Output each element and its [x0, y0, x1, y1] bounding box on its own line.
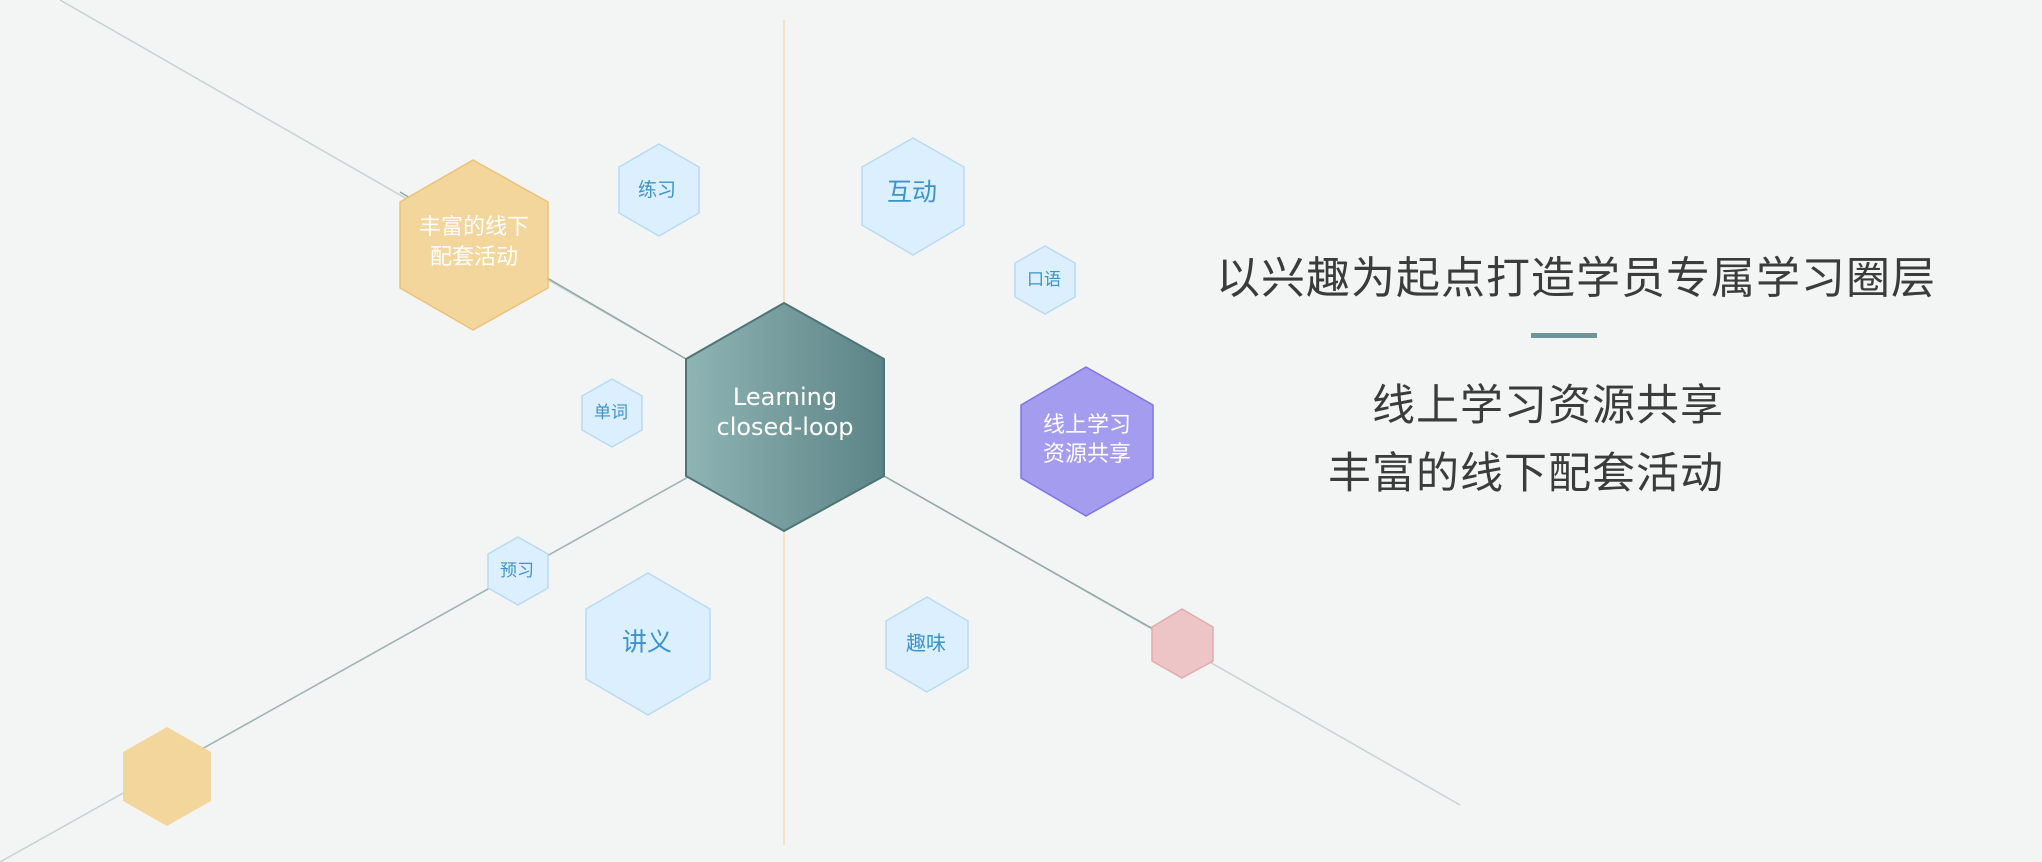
- accent-divider: [1531, 333, 1597, 338]
- hex-preview: 预习: [487, 536, 549, 606]
- hex-speaking: 口语: [1014, 245, 1076, 315]
- hex-interest: 趣味: [885, 596, 969, 693]
- headline: 以兴趣为起点打造学员专属学习圈层: [1216, 253, 1936, 304]
- hex-handout: 讲义: [585, 572, 711, 716]
- connector-line-upper-left: [59, 0, 687, 360]
- hex-offline-activities-line1: 丰富的线下: [419, 215, 529, 240]
- hex-interest-label: 趣味: [906, 631, 946, 655]
- subtitle-line-2: 丰富的线下配套活动: [1328, 449, 1724, 499]
- hex-interaction-label: 互动: [887, 178, 937, 207]
- center-label-line1: Learning: [733, 383, 837, 411]
- subtitle-block: 线上学习资源共享 丰富的线下配套活动: [1328, 372, 1724, 508]
- hex-vocabulary-label: 单词: [594, 403, 628, 423]
- hex-preview-label: 预习: [500, 561, 534, 581]
- hex-vocabulary: 单词: [581, 378, 643, 448]
- hex-center: Learning closed-loop: [685, 302, 885, 532]
- hex-handout-label: 讲义: [622, 628, 672, 657]
- hex-practice-label: 练习: [638, 179, 676, 201]
- subtitle-line-1: 线上学习资源共享: [1372, 381, 1724, 431]
- hex-practice: 练习: [618, 143, 700, 237]
- hex-decor-pink: [1151, 608, 1214, 679]
- hex-offline-activities-line2: 配套活动: [430, 245, 518, 270]
- hex-online-resources-line1: 线上学习: [1043, 413, 1131, 438]
- learning-loop-diagram: 练习 互动 口语 单词 预习 讲义 趣味 丰富的线下 配套活动 线上学习 资源共…: [0, 0, 1461, 862]
- hex-online-resources-line2: 资源共享: [1043, 442, 1131, 467]
- hex-speaking-label: 口语: [1027, 270, 1061, 290]
- center-label-line2: closed-loop: [717, 413, 854, 441]
- hex-offline-activities: 丰富的线下 配套活动: [399, 159, 549, 331]
- hex-online-resources: 线上学习 资源共享: [1020, 366, 1154, 517]
- hex-interaction: 互动: [861, 137, 965, 256]
- hex-decor-yellow: [123, 727, 211, 826]
